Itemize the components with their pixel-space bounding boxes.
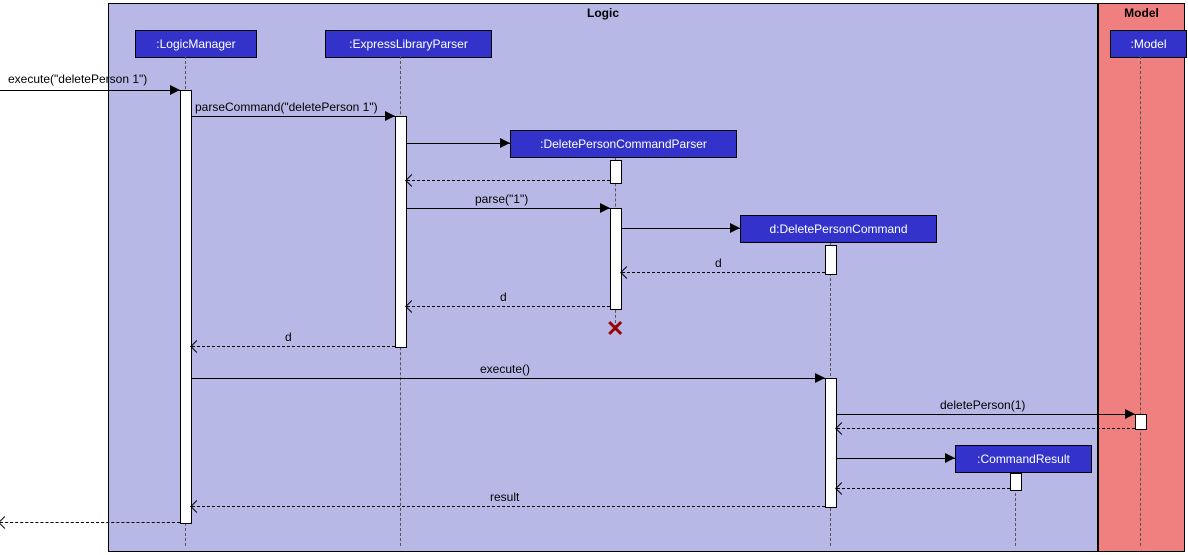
- line-m1: [0, 90, 180, 91]
- activation-model: [1135, 414, 1147, 430]
- line-create-cr: [837, 458, 955, 459]
- frame-model-title: Model: [1124, 6, 1159, 20]
- msg-ret-result: result: [490, 490, 519, 504]
- line-ret-d-2: [407, 306, 610, 307]
- arrow-create-dpc: [730, 223, 740, 233]
- line-m4: [407, 208, 610, 209]
- line-ret-d-3: [192, 346, 395, 347]
- msg-execute: execute("deletePerson 1"): [8, 72, 147, 86]
- msg-execute2: execute(): [480, 362, 530, 376]
- line-ret-result: [192, 506, 825, 507]
- arrow-ret-actor: [0, 516, 11, 529]
- arrow-m1: [170, 85, 180, 95]
- activation-command-result: [1010, 473, 1022, 491]
- participant-command-result: :CommandResult: [955, 445, 1092, 473]
- msg-parse-command: parseCommand("deletePerson 1"): [195, 100, 378, 114]
- arrow-create-cr: [945, 453, 955, 463]
- frame-logic-title: Logic: [587, 6, 619, 20]
- lifeline-model: [1140, 56, 1141, 546]
- msg-parse: parse("1"): [475, 192, 528, 206]
- participant-model: :Model: [1110, 30, 1187, 58]
- arrow-m9: [1125, 409, 1135, 419]
- activation-dpcp-1: [610, 160, 622, 184]
- activation-logic-manager: [180, 90, 192, 524]
- arrow-create-dpcp: [500, 138, 510, 148]
- line-create-dpcp: [407, 143, 510, 144]
- line-ret-d-1: [622, 272, 825, 273]
- activation-express-library-parser: [395, 116, 407, 348]
- line-m9: [837, 414, 1135, 415]
- line-m8: [192, 378, 825, 379]
- line-create-dpc: [622, 228, 740, 229]
- arrow-m4: [600, 203, 610, 213]
- line-ret-actor: [0, 522, 180, 523]
- frame-model: Model: [1098, 3, 1185, 552]
- activation-dpc-1: [825, 245, 837, 275]
- line-ret-model: [837, 428, 1135, 429]
- msg-ret-d-3: d: [285, 330, 292, 344]
- line-ret-dpcp-1: [407, 180, 610, 181]
- participant-delete-person-command: d:DeletePersonCommand: [740, 215, 937, 243]
- line-ret-cr: [837, 488, 1010, 489]
- participant-logic-manager: :LogicManager: [135, 30, 257, 58]
- msg-ret-d-2: d: [500, 290, 507, 304]
- msg-delete-person: deletePerson(1): [940, 398, 1025, 412]
- line-m2: [192, 116, 395, 117]
- frame-logic: Logic: [108, 3, 1098, 552]
- participant-express-library-parser: :ExpressLibraryParser: [325, 30, 492, 58]
- arrow-m8: [815, 373, 825, 383]
- participant-delete-person-command-parser: :DeletePersonCommandParser: [510, 130, 737, 158]
- destroy-dpcp: ✕: [606, 316, 624, 342]
- activation-dpcp-2: [610, 208, 622, 310]
- msg-ret-d-1: d: [715, 256, 722, 270]
- arrow-m2: [385, 111, 395, 121]
